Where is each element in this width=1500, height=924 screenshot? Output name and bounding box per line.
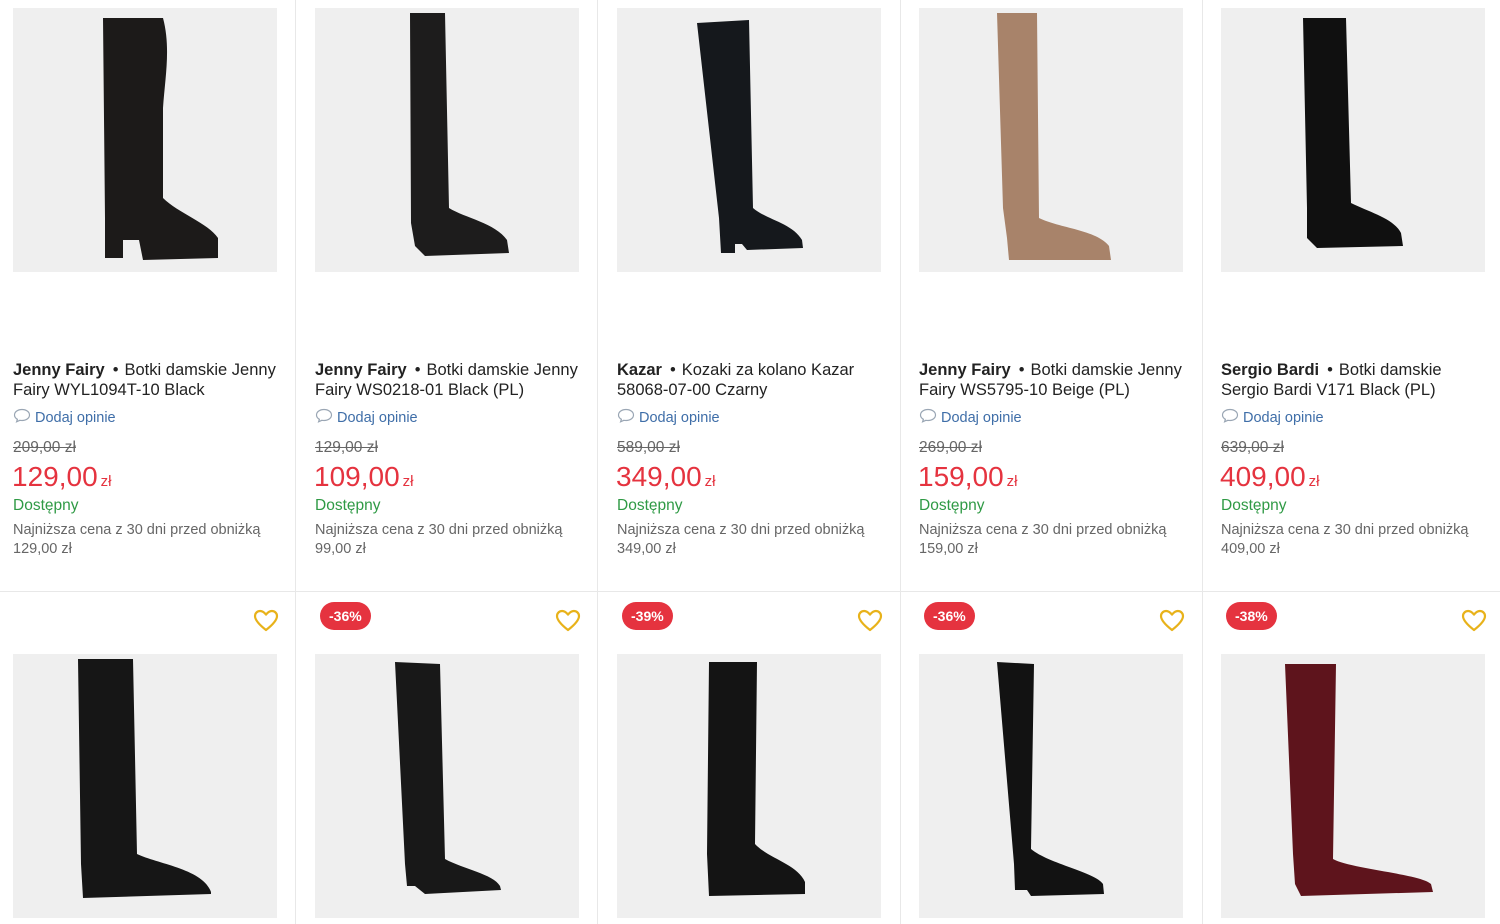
add-review-label: Dodaj opinie [941, 409, 1022, 426]
comment-icon [315, 408, 337, 427]
lowest-price-note: Najniższa cena z 30 dni przed obniżką 349… [617, 521, 897, 558]
old-price: 639,00 zł [1221, 439, 1284, 456]
divider [0, 591, 1500, 592]
product-brand: Jenny Fairy [13, 361, 105, 379]
lowest-price-label: Najniższa cena z 30 dni przed obniżką [1221, 522, 1469, 538]
old-price: 209,00 zł [13, 439, 76, 456]
product-brand: Kazar [617, 361, 662, 379]
separator-dot: • [414, 361, 421, 379]
product-image[interactable] [315, 654, 579, 918]
old-price: 129,00 zł [315, 439, 378, 456]
comment-icon [13, 408, 35, 427]
product-image[interactable] [1221, 8, 1485, 272]
price-currency: zł [402, 473, 414, 490]
current-price: 109,00 zł [314, 461, 413, 493]
discount-badge: -38% [1226, 602, 1277, 630]
product-brand: Jenny Fairy [315, 361, 407, 379]
product-image[interactable] [919, 654, 1183, 918]
price-currency: zł [704, 473, 716, 490]
product-title[interactable]: Jenny Fairy • Botki damskie Jenny Fairy WS… [315, 361, 587, 400]
product-card[interactable]: Jenny Fairy • Botki damskie Jenny Fairy WS… [302, 0, 604, 591]
separator-dot: • [112, 361, 119, 379]
price-value: 349,00 [616, 461, 702, 492]
product-brand: Jenny Fairy [919, 361, 1011, 379]
product-title[interactable]: Jenny Fairy • Botki damskie Jenny Fairy WY… [13, 361, 285, 400]
lowest-price-label: Najniższa cena z 30 dni przed obniżką [13, 522, 261, 538]
comment-icon [919, 408, 941, 427]
price-currency: zł [100, 473, 112, 490]
add-review-label: Dodaj opinie [337, 409, 418, 426]
product-card[interactable]: Sergio Bardi • Botki damskie Sergio Bardi … [1208, 0, 1500, 591]
old-price: 269,00 zł [919, 439, 982, 456]
add-review-link[interactable]: Dodaj opinie [315, 408, 418, 427]
separator-dot: • [1018, 361, 1025, 379]
comment-icon [1221, 408, 1243, 427]
product-image[interactable] [617, 8, 881, 272]
lowest-price-value: 159,00 zł [919, 540, 978, 557]
add-review-label: Dodaj opinie [1243, 409, 1324, 426]
add-review-label: Dodaj opinie [639, 409, 720, 426]
lowest-price-note: Najniższa cena z 30 dni przed obniżką 99,… [315, 521, 595, 558]
product-image[interactable] [13, 8, 277, 272]
price-value: 409,00 [1220, 461, 1306, 492]
availability-status: Dostępny [1221, 497, 1287, 514]
price-currency: zł [1006, 473, 1018, 490]
availability-status: Dostępny [617, 497, 683, 514]
price-value: 129,00 [12, 461, 98, 492]
product-title[interactable]: Jenny Fairy • Botki damskie Jenny Fairy WS… [919, 361, 1191, 400]
product-title[interactable]: Sergio Bardi • Botki damskie Sergio Bardi … [1221, 361, 1493, 400]
availability-status: Dostępny [919, 497, 985, 514]
heart-icon[interactable] [1461, 609, 1487, 633]
price-value: 159,00 [918, 461, 1004, 492]
price-currency: zł [1308, 473, 1320, 490]
add-review-link[interactable]: Dodaj opinie [13, 408, 116, 427]
product-image[interactable] [13, 654, 277, 918]
discount-badge: -39% [622, 602, 673, 630]
separator-dot: • [669, 361, 676, 379]
lowest-price-label: Najniższa cena z 30 dni przed obniżką [919, 522, 1167, 538]
add-review-link[interactable]: Dodaj opinie [617, 408, 720, 427]
discount-badge: -36% [320, 602, 371, 630]
discount-badge: -36% [924, 602, 975, 630]
lowest-price-value: 99,00 zł [315, 540, 366, 557]
lowest-price-label: Najniższa cena z 30 dni przed obniżką [617, 522, 865, 538]
old-price: 589,00 zł [617, 439, 680, 456]
heart-icon[interactable] [1159, 609, 1185, 633]
product-card[interactable]: Kazar • Kozaki za kolano Kazar 58068-07-00… [604, 0, 906, 591]
availability-status: Dostępny [315, 497, 381, 514]
current-price: 349,00 zł [616, 461, 715, 493]
availability-status: Dostępny [13, 497, 79, 514]
add-review-link[interactable]: Dodaj opinie [1221, 408, 1324, 427]
product-image[interactable] [919, 8, 1183, 272]
product-image[interactable] [617, 654, 881, 918]
heart-icon[interactable] [857, 609, 883, 633]
product-title[interactable]: Kazar • Kozaki za kolano Kazar 58068-07-00… [617, 361, 889, 400]
lowest-price-label: Najniższa cena z 30 dni przed obniżką [315, 522, 563, 538]
product-image[interactable] [315, 8, 579, 272]
price-value: 109,00 [314, 461, 400, 492]
product-card[interactable]: Jenny Fairy • Botki damskie Jenny Fairy WY… [0, 0, 302, 591]
lowest-price-value: 409,00 zł [1221, 540, 1280, 557]
add-review-link[interactable]: Dodaj opinie [919, 408, 1022, 427]
lowest-price-note: Najniższa cena z 30 dni przed obniżką 159… [919, 521, 1199, 558]
product-grid: Jenny Fairy • Botki damskie Jenny Fairy WY… [0, 0, 1500, 924]
add-review-label: Dodaj opinie [35, 409, 116, 426]
lowest-price-value: 129,00 zł [13, 540, 72, 557]
heart-icon[interactable] [555, 609, 581, 633]
lowest-price-note: Najniższa cena z 30 dni przed obniżką 129… [13, 521, 293, 558]
product-brand: Sergio Bardi [1221, 361, 1320, 379]
current-price: 409,00 zł [1220, 461, 1319, 493]
comment-icon [617, 408, 639, 427]
current-price: 129,00 zł [12, 461, 111, 493]
lowest-price-value: 349,00 zł [617, 540, 676, 557]
lowest-price-note: Najniższa cena z 30 dni przed obniżką 409… [1221, 521, 1500, 558]
current-price: 159,00 zł [918, 461, 1017, 493]
separator-dot: • [1327, 361, 1333, 379]
product-image[interactable] [1221, 654, 1485, 918]
heart-icon[interactable] [253, 609, 279, 633]
product-card[interactable]: Jenny Fairy • Botki damskie Jenny Fairy WS… [906, 0, 1208, 591]
